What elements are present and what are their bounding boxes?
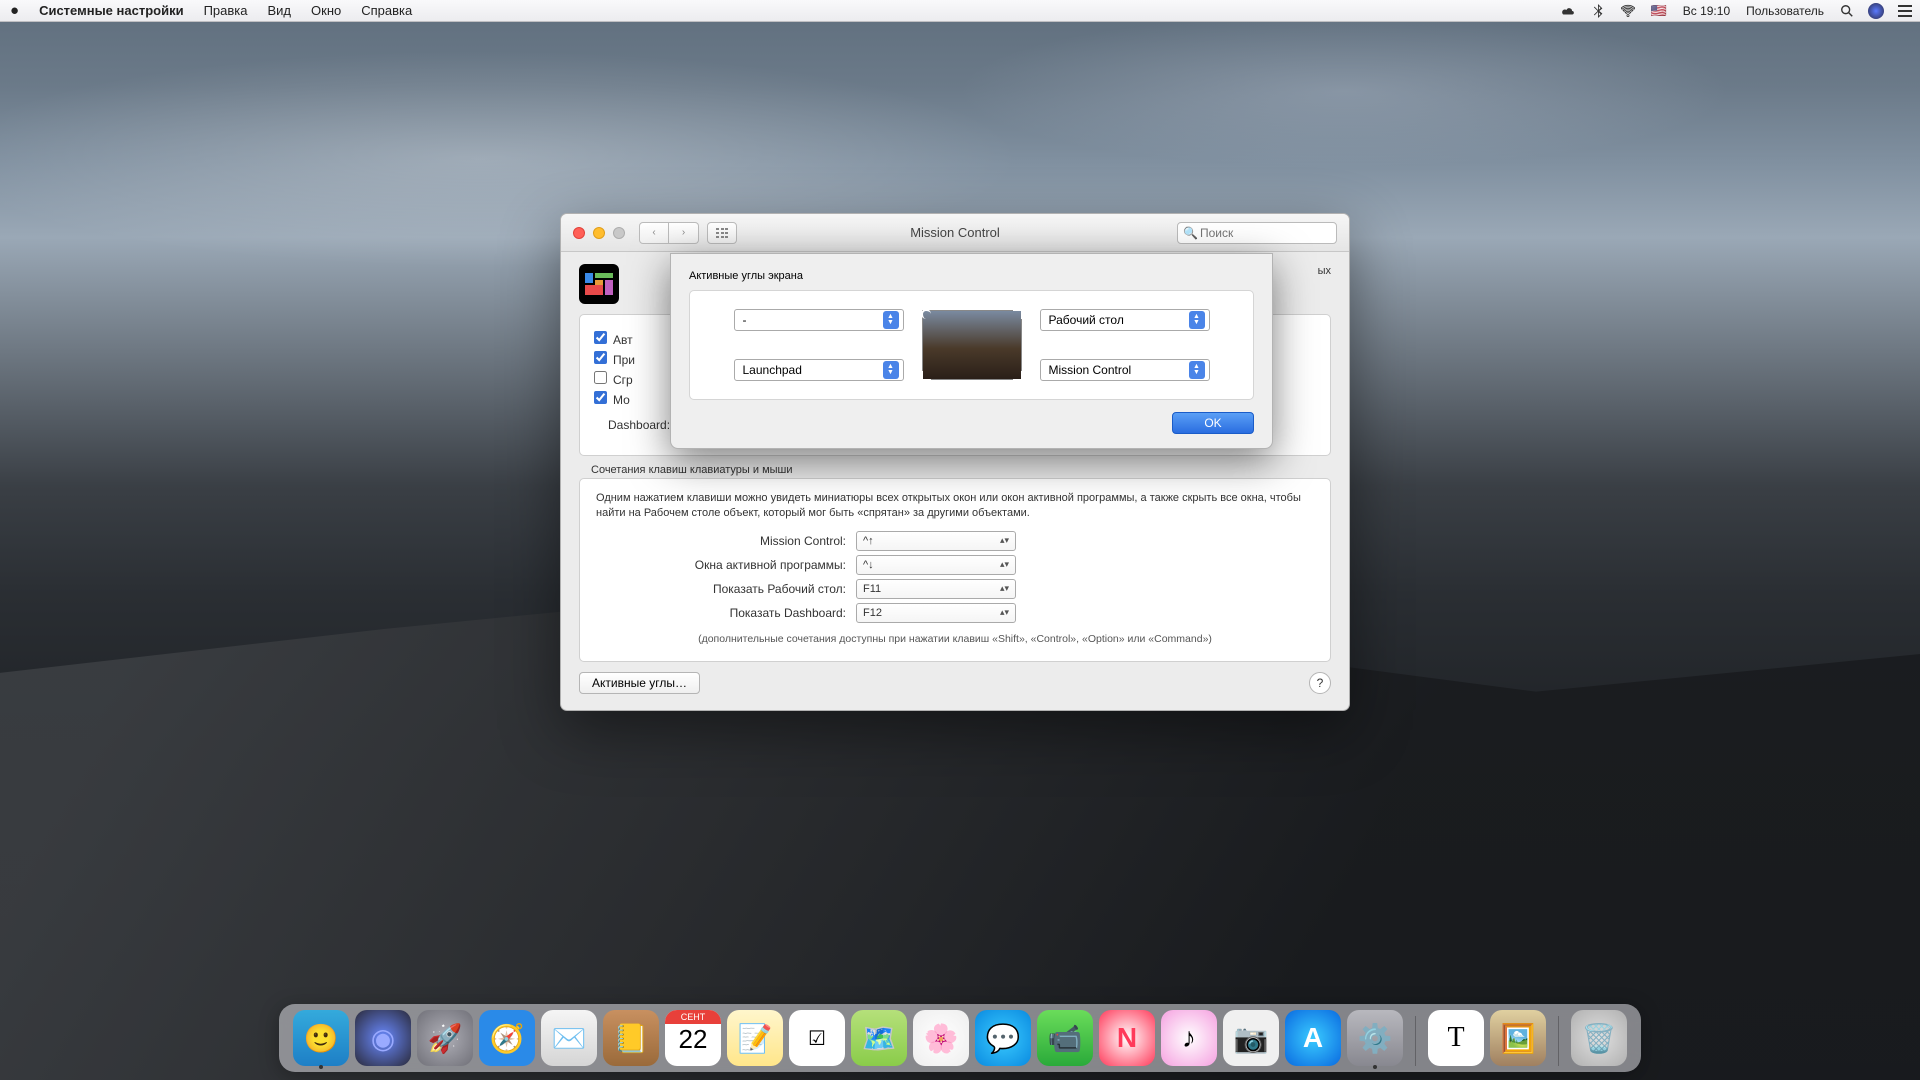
dock-trash[interactable]: 🗑️ [1571,1010,1627,1066]
dock-separator [1415,1016,1416,1066]
menu-help[interactable]: Справка [351,0,422,22]
dock-mail[interactable]: ✉️ [541,1010,597,1066]
dock-contacts[interactable]: 📒 [603,1010,659,1066]
dropdown-arrows-icon: ▲▼ [883,311,899,329]
clock[interactable]: Вс 19:10 [1675,4,1738,18]
wifi-icon[interactable] [1613,4,1643,18]
cloud-icon[interactable] [1553,4,1583,18]
kb-label-appwindows: Окна активной программы: [596,558,856,572]
kb-label-desktop: Показать Рабочий стол: [596,582,856,596]
hot-corners-button[interactable]: Активные углы… [579,672,700,694]
corner-marker-icon [1013,371,1023,381]
dock-system-preferences[interactable]: ⚙️ [1347,1010,1403,1066]
corner-top-left-select[interactable]: - ▲▼ [734,309,904,331]
notification-center-icon[interactable] [1890,4,1920,18]
dock-messages[interactable]: 💬 [975,1010,1031,1066]
kbd-description: Одним нажатием клавиши можно увидеть мин… [596,491,1314,521]
corner-top-right-select[interactable]: Рабочий стол ▲▼ [1040,309,1210,331]
user-menu[interactable]: Пользователь [1738,4,1832,18]
menu-edit[interactable]: Правка [194,0,258,22]
bluetooth-icon[interactable] [1583,4,1613,18]
kb-note: (дополнительные сочетания доступны при н… [596,633,1314,645]
minimize-button[interactable] [593,227,605,239]
sheet-title: Активные углы экрана [689,270,1254,282]
app-name[interactable]: Системные настройки [29,0,194,22]
kbd-section-label: Сочетания клавиш клавиатуры и мыши [591,464,1331,476]
menu-window[interactable]: Окно [301,0,351,22]
back-button[interactable]: ‹ [639,222,669,244]
monitor-thumbnail [922,310,1022,380]
kb-select-appwindows[interactable]: ^↓▴▾ [856,555,1016,575]
dock-separator [1558,1016,1559,1066]
zoom-button[interactable] [613,227,625,239]
mission-control-icon [579,264,619,304]
kb-select-dashboard[interactable]: F12▴▾ [856,603,1016,623]
calendar-day: 22 [679,1024,708,1055]
dropdown-arrows-icon: ▲▼ [1189,361,1205,379]
menubar: ● Системные настройки Правка Вид Окно Сп… [0,0,1920,22]
corner-marker-icon [921,371,931,381]
traffic-lights [561,227,625,239]
help-button[interactable]: ? [1309,672,1331,694]
dock-facetime[interactable]: 📹 [1037,1010,1093,1066]
dock-finder[interactable]: 🙂 [293,1010,349,1066]
dock-photos[interactable]: 🌸 [913,1010,969,1066]
dock-textedit[interactable]: T [1428,1010,1484,1066]
dock-reminders[interactable]: ☑︎ [789,1010,845,1066]
search-field-wrap: 🔍 [1177,222,1337,244]
dock-screenshot[interactable]: 📷 [1223,1010,1279,1066]
dock-launchpad[interactable]: 🚀 [417,1010,473,1066]
dock-itunes[interactable]: ♪ [1161,1010,1217,1066]
hot-corners-sheet: Активные углы экрана - ▲▼ Launchpad ▲▼ Р… [670,253,1273,449]
keyboard-layout-icon[interactable]: 🇺🇸 [1643,3,1675,19]
spotlight-icon[interactable] [1832,4,1862,18]
grid-icon [716,228,728,238]
kb-label-dashboard: Показать Dashboard: [596,606,856,620]
dashboard-label: Dashboard: [608,418,670,432]
corner-marker-icon [1013,309,1023,319]
dock-preview[interactable]: 🖼️ [1490,1010,1546,1066]
siri-icon[interactable] [1868,3,1884,19]
dock-appstore[interactable]: A [1285,1010,1341,1066]
corner-bottom-right-select[interactable]: Mission Control ▲▼ [1040,359,1210,381]
hot-corners-box: - ▲▼ Launchpad ▲▼ Рабочий стол ▲▼ Missio… [689,290,1254,400]
apple-menu-icon[interactable]: ● [0,0,29,22]
dock-calendar[interactable]: СЕНТ22 [665,1010,721,1066]
kb-label-mc: Mission Control: [596,534,856,548]
dock-news[interactable]: N [1099,1010,1155,1066]
corner-bottom-left-select[interactable]: Launchpad ▲▼ [734,359,904,381]
search-input[interactable] [1177,222,1337,244]
menu-view[interactable]: Вид [257,0,301,22]
dock-safari[interactable]: 🧭 [479,1010,535,1066]
calendar-month: СЕНТ [665,1010,721,1024]
dock-siri[interactable]: ◉ [355,1010,411,1066]
show-all-button[interactable] [707,222,737,244]
forward-button[interactable]: › [669,222,699,244]
ok-button[interactable]: OK [1172,412,1254,434]
dock-maps[interactable]: 🗺️ [851,1010,907,1066]
window-titlebar[interactable]: ‹ › Mission Control 🔍 [561,214,1349,252]
dropdown-arrows-icon: ▲▼ [1189,311,1205,329]
dropdown-arrows-icon: ▲▼ [883,361,899,379]
kb-select-mc[interactable]: ^↑▴▾ [856,531,1016,551]
search-icon: 🔍 [1183,226,1198,240]
dock-notes[interactable]: 📝 [727,1010,783,1066]
corner-marker-icon [921,309,931,319]
dock: 🙂 ◉ 🚀 🧭 ✉️ 📒 СЕНТ22 📝 ☑︎ 🗺️ 🌸 💬 📹 N ♪ 📷 … [279,1004,1641,1072]
kb-select-desktop[interactable]: F11▴▾ [856,579,1016,599]
close-button[interactable] [573,227,585,239]
